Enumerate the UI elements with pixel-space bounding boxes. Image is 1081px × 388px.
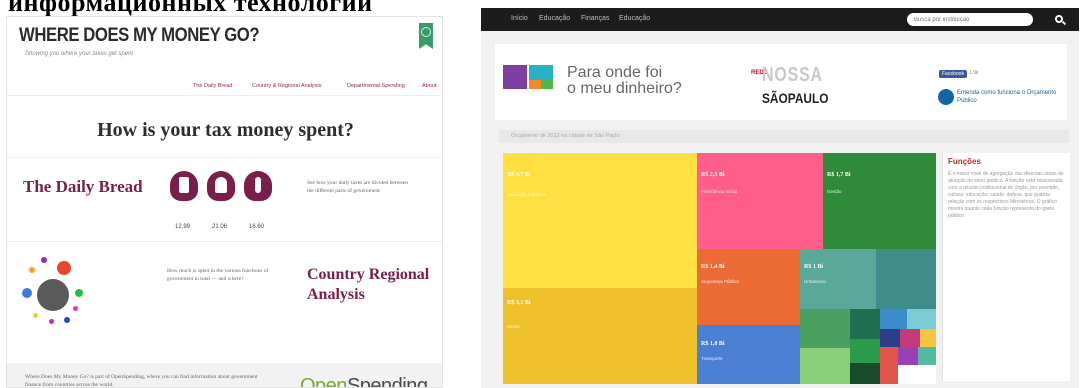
breadcrumb[interactable]: Orçamento de 2012 na cidade de São Paulo bbox=[511, 133, 620, 139]
tile-label: Saúde bbox=[507, 324, 521, 329]
rede-label: REDE bbox=[751, 70, 768, 77]
dot bbox=[41, 257, 47, 263]
budget-info-icon[interactable] bbox=[938, 89, 954, 105]
treemap-tile[interactable] bbox=[800, 348, 850, 384]
tile-label: Gestão bbox=[827, 189, 842, 194]
budget-info-link[interactable]: Entenda como funciona o Orçamento Públic… bbox=[957, 89, 1057, 105]
treemap-tile[interactable] bbox=[823, 153, 936, 249]
site-title-line2: o meu dinheiro? bbox=[567, 80, 682, 97]
divider bbox=[7, 157, 442, 158]
treemap-tile[interactable] bbox=[800, 309, 850, 348]
treemap-tile[interactable] bbox=[697, 325, 800, 384]
bread-loaf-icon[interactable] bbox=[170, 171, 198, 201]
site-tagline: Showing you where your taxes get spent bbox=[25, 51, 134, 57]
site-title[interactable]: Para onde foi o meu dinheiro? bbox=[567, 65, 682, 97]
nav-inicio[interactable]: Início bbox=[511, 15, 528, 22]
tile-value: R$ 1,4 Bi bbox=[701, 264, 725, 270]
treemap-tile[interactable] bbox=[850, 309, 880, 339]
functions-description: É o maior nível de agregação das diversa… bbox=[948, 171, 1064, 219]
tile-value: R$ 4,7 Bi bbox=[507, 172, 531, 178]
nav-about[interactable]: About bbox=[422, 83, 436, 89]
dot bbox=[22, 288, 32, 298]
tile-label: Previdência social bbox=[701, 189, 738, 194]
tile-label: Transporte bbox=[701, 356, 723, 361]
search-input[interactable] bbox=[907, 13, 1033, 26]
tile-label: Educação e cultura bbox=[507, 192, 546, 197]
dot bbox=[73, 306, 78, 311]
bread-bottle-icon[interactable] bbox=[244, 171, 272, 201]
bread-value: 16.60 bbox=[249, 224, 265, 230]
badge-circle-icon bbox=[421, 27, 431, 37]
search-icon[interactable] bbox=[1055, 15, 1063, 23]
nossa-logo[interactable]: NOSSA bbox=[762, 64, 823, 87]
tile-label: Urbanismo bbox=[804, 279, 826, 284]
country-regional-title[interactable]: Country Regional Analysis bbox=[307, 265, 429, 305]
site-title-line1: Para onde foi bbox=[567, 64, 663, 81]
dot bbox=[37, 279, 69, 311]
nav-financas[interactable]: Finanças bbox=[581, 15, 609, 22]
dot bbox=[75, 289, 83, 297]
bread-value: 21.06 bbox=[212, 224, 228, 230]
divider bbox=[7, 241, 442, 242]
tile-value: R$ 2,5 Bi bbox=[701, 172, 725, 178]
treemap-tile[interactable] bbox=[880, 329, 900, 347]
facebook-count: 1.9k bbox=[969, 70, 979, 76]
logo-square-orange bbox=[529, 80, 541, 89]
tile-value: R$ 3,1 Bi bbox=[507, 300, 531, 306]
treemap-tile[interactable] bbox=[898, 365, 936, 384]
logo-square-purple bbox=[503, 65, 527, 89]
tile-label: Segurança Pública bbox=[701, 279, 739, 284]
country-title-line1: Country Regional bbox=[307, 266, 430, 283]
dot bbox=[49, 319, 54, 324]
tile-value: R$ 1,0 Bi bbox=[701, 341, 725, 347]
treemap-tile[interactable] bbox=[503, 288, 697, 384]
dot bbox=[33, 313, 38, 318]
functions-title: Funções bbox=[948, 157, 981, 166]
treemap-tile[interactable] bbox=[880, 309, 907, 329]
country-title-line2: Analysis bbox=[307, 286, 365, 303]
nav-daily-bread[interactable]: The Daily Bread bbox=[193, 83, 232, 89]
dot bbox=[64, 317, 70, 323]
facebook-like-button[interactable]: Facebook bbox=[939, 70, 967, 78]
openspending-spending: Spending bbox=[346, 375, 428, 388]
treemap-tile[interactable] bbox=[907, 309, 936, 329]
treemap-tile[interactable] bbox=[898, 347, 918, 365]
treemap-tile[interactable] bbox=[850, 363, 880, 384]
treemap-tile[interactable] bbox=[503, 153, 697, 288]
footer-text: Where Does My Money Go? is part of OpenS… bbox=[25, 374, 258, 388]
dot bbox=[29, 267, 35, 273]
saopaulo-logo: SÃOPAULO bbox=[762, 90, 829, 106]
wdmmg-screenshot: WHERE DOES MY MONEY GO? Showing you wher… bbox=[6, 16, 443, 388]
treemap-tile[interactable] bbox=[880, 347, 898, 384]
dot bbox=[57, 261, 71, 275]
nav-educacao[interactable]: Educação bbox=[539, 15, 570, 22]
nav-departmental[interactable]: Departmental Spending bbox=[347, 83, 405, 89]
treemap-tile[interactable] bbox=[918, 347, 936, 365]
bread-person-icon[interactable] bbox=[207, 171, 235, 201]
page-title: How is your tax money spent? bbox=[97, 119, 354, 141]
tile-value: R$ 1 Bi bbox=[804, 264, 824, 270]
daily-bread-description: See how your daily taxes are divided bet… bbox=[307, 180, 408, 194]
nav-country-regional[interactable]: Country & Regional Analysis bbox=[252, 83, 321, 89]
treemap-tile[interactable] bbox=[900, 329, 920, 347]
country-description: How much is spent in the various functio… bbox=[167, 268, 269, 282]
treemap-tile[interactable] bbox=[920, 329, 936, 347]
treemap-tile[interactable] bbox=[850, 339, 880, 363]
openspending-logo[interactable]: OpenSpending bbox=[300, 375, 428, 388]
openspending-open: Open bbox=[300, 375, 347, 388]
logo-square-green bbox=[541, 80, 553, 89]
site-logo[interactable]: WHERE DOES MY MONEY GO? bbox=[19, 25, 260, 47]
nav-educacao-2[interactable]: Educação bbox=[619, 15, 650, 22]
treemap-tile[interactable] bbox=[876, 249, 936, 309]
daily-bread-title[interactable]: The Daily Bread bbox=[23, 177, 143, 197]
tile-value: R$ 1,7 Bi bbox=[827, 172, 851, 178]
treemap-tile[interactable] bbox=[697, 153, 823, 249]
bread-value: 12.99 bbox=[175, 224, 191, 230]
treemap-tile[interactable] bbox=[697, 249, 800, 325]
poa-screenshot: Início Educação Finanças Educação Para o… bbox=[481, 8, 1079, 388]
nav-divider bbox=[7, 95, 442, 96]
